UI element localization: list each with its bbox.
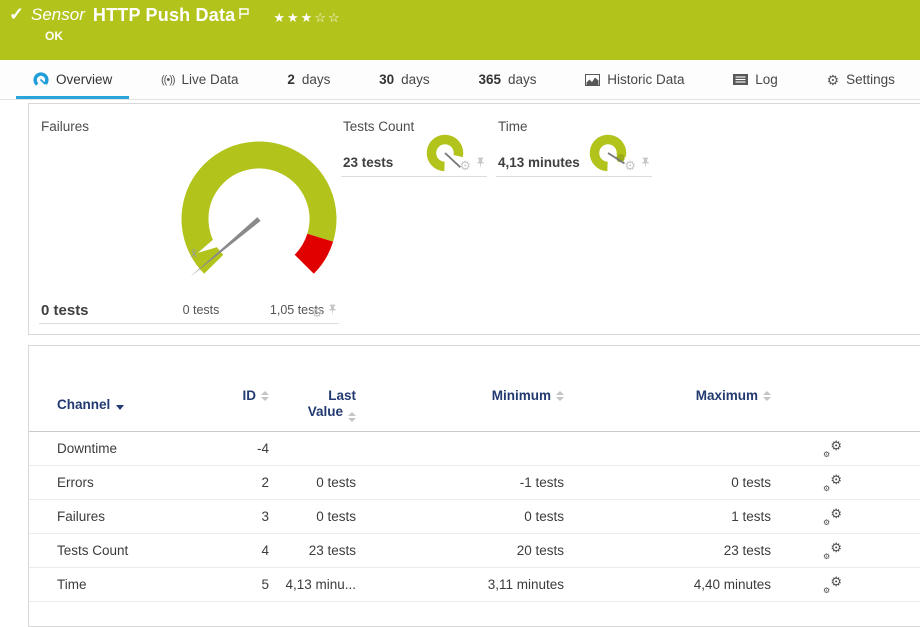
- table-row-failures: Failures 3 0 tests 0 tests 1 tests ⚙⚙: [29, 500, 920, 534]
- failures-gauge-cell: Failures x̄ 0 tests 1,05 tests 0 tests ⚙: [39, 114, 339, 324]
- column-header-last-value[interactable]: Last Value: [269, 388, 356, 422]
- edit-channel-gears-icon[interactable]: ⚙⚙: [824, 441, 842, 457]
- column-label: Channel: [57, 397, 110, 413]
- last-value: 4,13 minu...: [269, 577, 356, 592]
- gauge-title: Tests Count: [343, 119, 414, 134]
- tab-365-days[interactable]: 365 days: [469, 60, 545, 99]
- column-header-maximum[interactable]: Maximum: [564, 388, 771, 422]
- time-gauge-cell: Time 4,13 minutes ⚙: [496, 114, 652, 177]
- tab-number: 30: [379, 72, 394, 87]
- channel-id: 4: [219, 543, 269, 558]
- gauge-settings-gear-icon[interactable]: ⚙: [459, 159, 471, 172]
- edit-channel-gears-icon[interactable]: ⚙⚙: [824, 543, 842, 559]
- column-label: ID: [243, 388, 257, 404]
- gauge-value: 0 tests: [41, 302, 89, 319]
- column-label: Minimum: [492, 388, 551, 404]
- channel-id: -4: [219, 441, 269, 456]
- sensor-title: HTTP Push Data: [93, 3, 236, 27]
- gauge-value: 4,13 minutes: [498, 155, 580, 170]
- average-marker: x̄: [191, 246, 197, 260]
- last-value: 23 tests: [269, 543, 356, 558]
- edit-channel-gears-icon[interactable]: ⚙⚙: [824, 577, 842, 593]
- gauge-settings-gear-icon[interactable]: ⚙: [624, 159, 636, 172]
- table-row-downtime: Downtime -4 ⚙⚙: [29, 432, 920, 466]
- gauge-title: Time: [498, 119, 528, 134]
- table-row-tests-count: Tests Count 4 23 tests 20 tests 23 tests…: [29, 534, 920, 568]
- column-header-channel[interactable]: Channel: [29, 388, 219, 422]
- channel-id: 2: [219, 475, 269, 490]
- tab-settings[interactable]: ⚙ Settings: [818, 60, 904, 99]
- tab-label: days: [302, 72, 331, 87]
- column-header-minimum[interactable]: Minimum: [356, 388, 564, 422]
- maximum-value: 23 tests: [564, 543, 771, 558]
- channel-name[interactable]: Time: [29, 577, 219, 592]
- channel-table-panel: Channel ID Last Value Minimum Maximum Do…: [28, 345, 920, 627]
- pin-icon[interactable]: [328, 303, 337, 321]
- gauge-settings-gear-icon[interactable]: ⚙: [311, 306, 323, 319]
- edit-channel-gears-icon[interactable]: ⚙⚙: [824, 475, 842, 491]
- tab-log[interactable]: Log: [724, 60, 787, 99]
- tab-label: days: [508, 72, 537, 87]
- tab-number: 365: [478, 72, 501, 87]
- priority-stars[interactable]: ★★★☆☆: [273, 6, 341, 30]
- pin-icon[interactable]: [476, 156, 485, 174]
- maximum-value: 0 tests: [564, 475, 771, 490]
- tab-label: Log: [755, 72, 778, 87]
- tab-label: days: [401, 72, 430, 87]
- table-row-errors: Errors 2 0 tests -1 tests 0 tests ⚙⚙: [29, 466, 920, 500]
- sort-icon: [261, 391, 269, 401]
- tab-label: Historic Data: [607, 72, 684, 87]
- channel-id: 5: [219, 577, 269, 592]
- column-label: Maximum: [696, 388, 758, 404]
- log-list-icon: [733, 74, 748, 85]
- pin-icon[interactable]: [641, 156, 650, 174]
- tab-number: 2: [287, 72, 295, 87]
- last-value: 0 tests: [269, 509, 356, 524]
- ok-check-icon: ✓: [9, 4, 24, 25]
- channel-table-header: Channel ID Last Value Minimum Maximum: [29, 388, 920, 432]
- channel-name[interactable]: Errors: [29, 475, 219, 490]
- minimum-value: -1 tests: [356, 475, 564, 490]
- last-value: 0 tests: [269, 475, 356, 490]
- channel-name[interactable]: Downtime: [29, 441, 219, 456]
- channel-id: 3: [219, 509, 269, 524]
- chart-icon: [585, 74, 600, 86]
- tab-label: Settings: [846, 72, 895, 87]
- tab-overview[interactable]: Overview: [24, 60, 121, 99]
- sensor-status-header: ✓ Sensor HTTP Push Data ★★★☆☆ OK: [0, 0, 920, 60]
- channel-name[interactable]: Failures: [29, 509, 219, 524]
- tab-historic-data[interactable]: Historic Data: [576, 60, 693, 99]
- failures-gauge: [154, 117, 364, 317]
- channel-name[interactable]: Tests Count: [29, 543, 219, 558]
- sort-icon: [348, 412, 356, 422]
- maximum-value: 4,40 minutes: [564, 577, 771, 592]
- edit-channel-gears-icon[interactable]: ⚙⚙: [824, 509, 842, 525]
- tab-label: Live Data: [182, 72, 239, 87]
- object-kind-label: Sensor: [31, 3, 85, 27]
- gauge-scale-min: 0 tests: [161, 303, 241, 317]
- status-badge: OK: [45, 29, 63, 43]
- flag-icon[interactable]: [239, 3, 249, 27]
- gear-icon: ⚙: [827, 73, 840, 87]
- tests-count-gauge-cell: Tests Count 23 tests ⚙: [341, 114, 487, 177]
- tab-label: Overview: [56, 72, 112, 87]
- broadcast-icon: ((•)): [161, 74, 175, 86]
- sort-icon: [763, 391, 771, 401]
- gauge-icon: [33, 72, 49, 88]
- tab-30-days[interactable]: 30 days: [370, 60, 439, 99]
- gauge-title: Failures: [41, 119, 89, 134]
- sort-desc-icon: [116, 405, 124, 410]
- gauge-value: 23 tests: [343, 155, 393, 170]
- minimum-value: 20 tests: [356, 543, 564, 558]
- sort-icon: [556, 391, 564, 401]
- column-header-id[interactable]: ID: [219, 388, 269, 422]
- tab-bar: Overview ((•)) Live Data 2 days 30 days …: [0, 60, 920, 100]
- minimum-value: 0 tests: [356, 509, 564, 524]
- tab-2-days[interactable]: 2 days: [278, 60, 339, 99]
- tab-live-data[interactable]: ((•)) Live Data: [152, 60, 248, 99]
- minimum-value: 3,11 minutes: [356, 577, 564, 592]
- maximum-value: 1 tests: [564, 509, 771, 524]
- gauges-panel: Failures x̄ 0 tests 1,05 tests 0 tests ⚙…: [28, 103, 920, 335]
- table-row-time: Time 5 4,13 minu... 3,11 minutes 4,40 mi…: [29, 568, 920, 602]
